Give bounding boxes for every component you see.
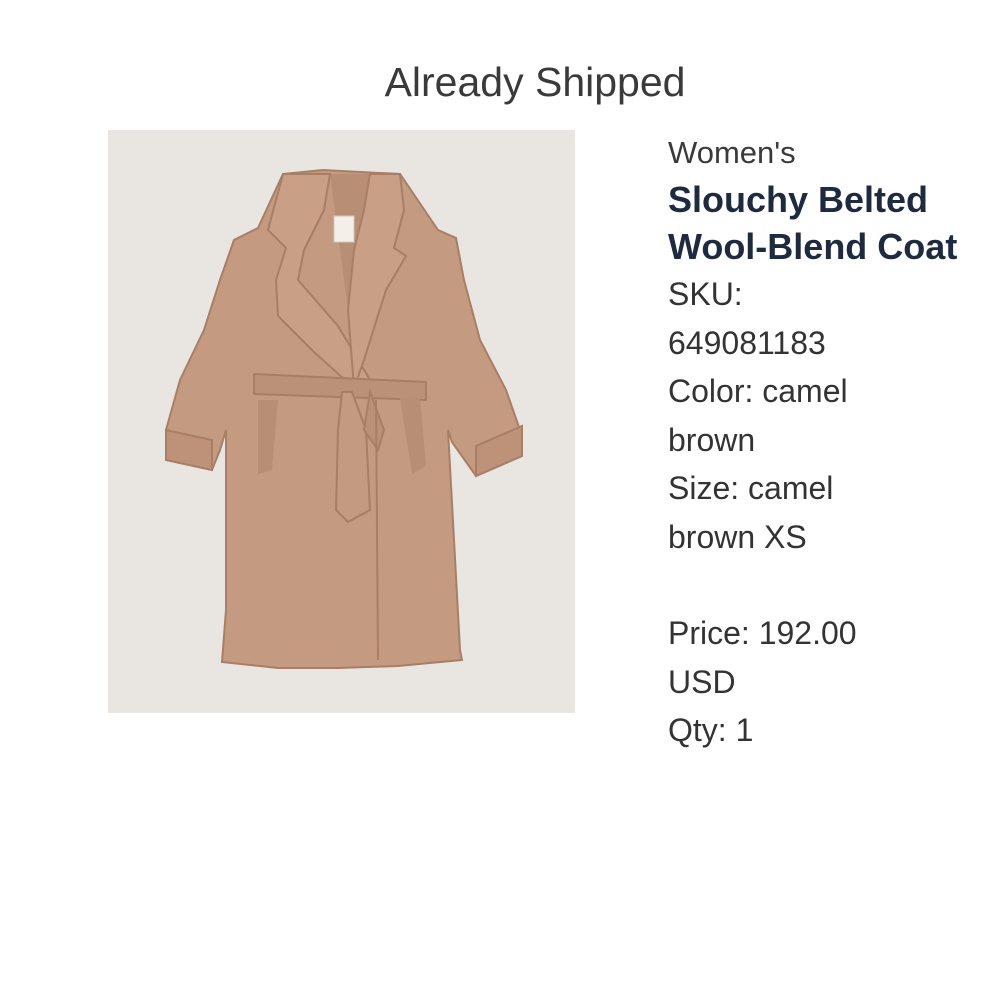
price-row: Price: 192.00 USD — [668, 609, 908, 706]
qty-row: Qty: 1 — [668, 706, 968, 755]
product-name[interactable]: Slouchy Belted Wool-Blend Coat — [668, 176, 968, 270]
product-gender: Women's — [668, 135, 796, 170]
qty-value: 1 — [735, 712, 754, 748]
size-label: Size: — [668, 470, 740, 506]
product-image[interactable] — [108, 130, 575, 713]
qty-label: Qty: — [668, 712, 727, 748]
sku-row: SKU: — [668, 270, 968, 319]
sku-label: SKU: — [668, 276, 743, 312]
coat-illustration — [108, 130, 575, 713]
sku-value-row: 649081183 — [668, 319, 968, 368]
order-status-heading: Already Shipped — [384, 59, 686, 105]
size-row: Size: camel brown XS — [668, 464, 908, 561]
sku-value: 649081183 — [668, 324, 826, 361]
color-label: Color: — [668, 373, 754, 409]
product-details: Women's Slouchy Belted Wool-Blend Coat S… — [668, 130, 968, 755]
price-label: Price: — [668, 615, 750, 651]
color-row: Color: camel brown — [668, 367, 908, 464]
details-spacer — [668, 561, 968, 609]
